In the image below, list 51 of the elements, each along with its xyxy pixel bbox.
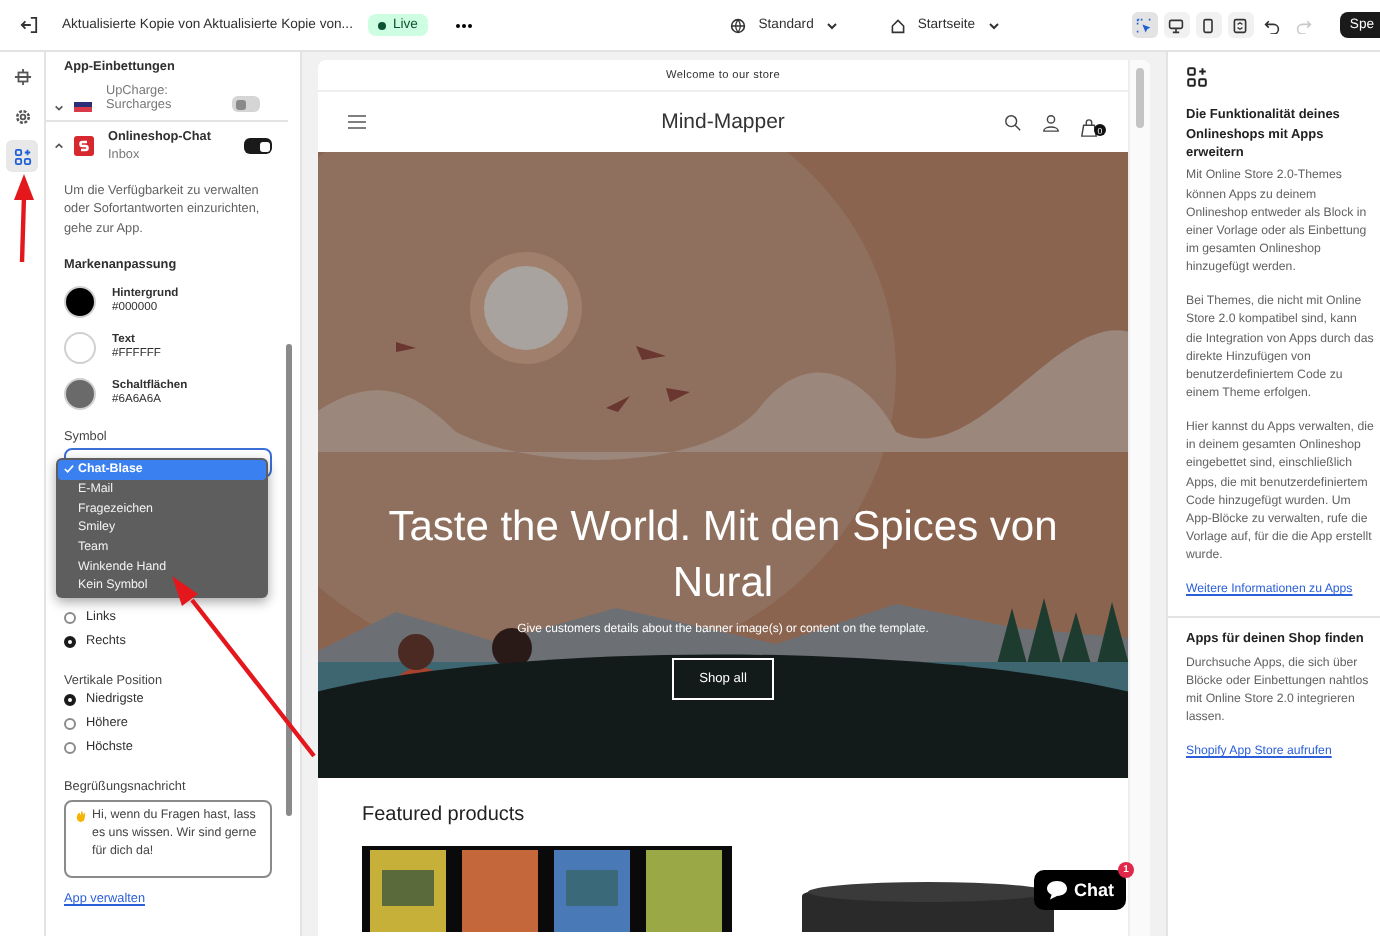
- desktop-tool-button[interactable]: [1163, 12, 1190, 38]
- toggle-switch[interactable]: [244, 138, 272, 154]
- apps-rail-button[interactable]: [6, 140, 38, 172]
- exit-icon: [20, 16, 38, 34]
- radio-button[interactable]: [64, 717, 76, 730]
- inspect-tool-button[interactable]: [1131, 12, 1158, 38]
- chevron-down-icon: [987, 21, 1000, 29]
- store-logo[interactable]: Mind-Mapper: [661, 110, 785, 134]
- expand-toggle[interactable]: [54, 142, 66, 150]
- mobile-tool-button[interactable]: [1195, 12, 1222, 38]
- redo-icon: [1296, 17, 1313, 33]
- desktop-icon: [1168, 17, 1185, 33]
- fullscreen-icon: [1232, 17, 1249, 33]
- globe-icon: [730, 17, 747, 33]
- settings-icon: [13, 107, 31, 125]
- color-swatch[interactable]: [64, 331, 96, 364]
- account-icon[interactable]: [1042, 113, 1060, 131]
- undo-icon: [1264, 17, 1281, 33]
- pointer-icon: [1136, 17, 1153, 33]
- color-swatch[interactable]: [64, 377, 96, 410]
- fullscreen-tool-button[interactable]: [1227, 12, 1254, 38]
- mobile-icon: [1200, 17, 1217, 33]
- search-icon[interactable]: [1004, 113, 1022, 131]
- color-swatch[interactable]: [64, 285, 96, 318]
- waving-hand-icon: [74, 809, 88, 824]
- cart-icon[interactable]: [1080, 118, 1098, 138]
- chevron-down-icon: [825, 21, 838, 29]
- menu-icon[interactable]: [348, 114, 366, 130]
- app-logo-icon: [74, 136, 94, 156]
- apps-icon: [13, 147, 31, 165]
- status-dot-icon: [378, 21, 387, 29]
- exit-button[interactable]: [16, 12, 42, 38]
- radio-button[interactable]: [64, 611, 76, 624]
- chevron-up-icon: [54, 142, 64, 150]
- radio-button[interactable]: [64, 635, 76, 648]
- add-apps-icon: [1186, 66, 1208, 88]
- hero-heading: Taste the World. Mit den Spices von Nural: [386, 502, 1060, 610]
- section-heading: Featured products: [362, 804, 527, 826]
- radio-button[interactable]: [64, 741, 76, 754]
- sections-icon: [13, 67, 31, 85]
- scrollbar[interactable]: [286, 344, 292, 816]
- annotation-arrow: [14, 174, 34, 263]
- expand-toggle[interactable]: [54, 104, 66, 112]
- home-icon: [889, 17, 906, 33]
- chevron-down-icon: [54, 104, 64, 112]
- radio-button[interactable]: [64, 693, 76, 706]
- chat-bubble-icon: [1046, 880, 1068, 900]
- app-logo-icon: [74, 102, 92, 112]
- toggle-switch[interactable]: [232, 96, 260, 112]
- scrollbar[interactable]: [1136, 68, 1144, 128]
- check-icon: [64, 464, 74, 475]
